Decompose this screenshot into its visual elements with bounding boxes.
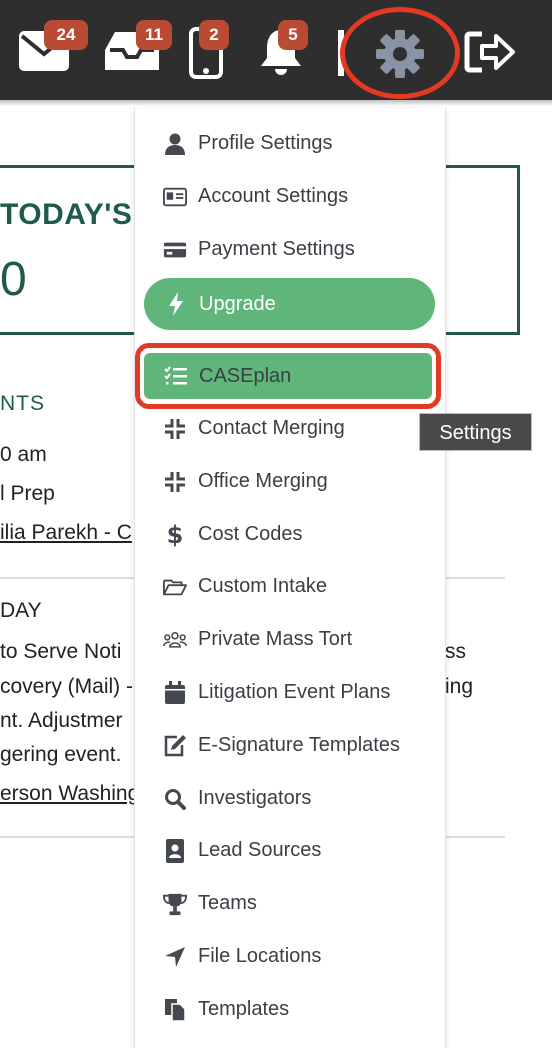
menu-item-label: Litigation Event Plans bbox=[198, 681, 391, 703]
trophy-icon bbox=[163, 892, 187, 916]
task-line: to Serve Noti bbox=[0, 640, 122, 663]
compress-icon bbox=[163, 417, 187, 441]
today-label: TODAY'S bbox=[0, 198, 133, 231]
menu-item-e-signature-templates[interactable]: E-Signature Templates bbox=[135, 719, 445, 772]
task-line: covery (Mail) - bbox=[0, 675, 134, 698]
menu-item-profile-settings[interactable]: Profile Settings bbox=[135, 117, 445, 170]
settings-dropdown-menu: Profile Settings Account Settings Paymen… bbox=[134, 108, 446, 1048]
menu-item-teams[interactable]: Teams bbox=[135, 877, 445, 930]
event-title: l Prep bbox=[0, 482, 55, 505]
sign-out-icon[interactable] bbox=[464, 30, 516, 74]
today-count: 0 bbox=[0, 253, 27, 306]
menu-item-office-merging[interactable]: Office Merging bbox=[135, 455, 445, 508]
menu-item-contact-merging[interactable]: Contact Merging bbox=[135, 402, 445, 455]
task-list-icon bbox=[164, 364, 188, 388]
menu-item-label: Lead Sources bbox=[198, 839, 322, 861]
menu-item-account-settings[interactable]: Account Settings bbox=[135, 170, 445, 223]
calendar-icon bbox=[163, 680, 187, 705]
menu-item-label: Templates bbox=[198, 998, 290, 1020]
event-link[interactable]: ilia Parekh - C bbox=[0, 521, 132, 545]
menu-item-label: Upgrade bbox=[199, 292, 276, 315]
task-line-right: ing bbox=[445, 675, 474, 698]
menu-item-payment-settings[interactable]: Payment Settings bbox=[135, 223, 445, 276]
dollar-sign-icon: $ bbox=[166, 520, 184, 549]
event-time: 0 am bbox=[0, 443, 47, 466]
compress-icon bbox=[163, 470, 187, 494]
folder-open-icon bbox=[163, 575, 187, 599]
settings-tooltip: Settings bbox=[419, 413, 532, 451]
notification-count-badge: 5 bbox=[278, 20, 308, 50]
events-section-heading: NTS bbox=[0, 392, 45, 415]
menu-item-label: File Locations bbox=[198, 945, 322, 967]
menu-item-lead-sources[interactable]: Lead Sources bbox=[135, 824, 445, 877]
copy-icon bbox=[163, 998, 187, 1022]
task-link[interactable]: erson Washing bbox=[0, 782, 139, 806]
edit-icon bbox=[163, 734, 187, 758]
menu-item-label: Investigators bbox=[198, 787, 312, 809]
user-icon bbox=[163, 132, 187, 156]
menu-item-investigators[interactable]: Investigators bbox=[135, 772, 445, 825]
gear-highlight-ring bbox=[340, 7, 460, 99]
menu-item-label: CASEplan bbox=[199, 364, 292, 387]
users-group-icon bbox=[163, 628, 187, 652]
menu-item-cost-codes[interactable]: $ Cost Codes bbox=[135, 508, 445, 561]
menu-item-file-locations[interactable]: File Locations bbox=[135, 930, 445, 983]
menu-item-litigation-event-plans[interactable]: Litigation Event Plans bbox=[135, 666, 445, 719]
menu-item-label: Cost Codes bbox=[198, 523, 303, 545]
menu-item-templates[interactable]: Templates bbox=[135, 983, 445, 1036]
menu-item-label: Custom Intake bbox=[198, 575, 327, 597]
menu-item-caseplan[interactable]: CASEplan bbox=[144, 353, 432, 399]
menu-item-label: Office Merging bbox=[198, 470, 328, 492]
menu-item-label: Private Mass Tort bbox=[198, 628, 353, 650]
menu-item-label: Profile Settings bbox=[198, 132, 333, 154]
inbox-count-badge: 11 bbox=[136, 20, 172, 50]
task-line: nt. Adjustmer bbox=[0, 709, 123, 732]
menu-item-private-mass-tort[interactable]: Private Mass Tort bbox=[135, 613, 445, 666]
menu-item-label: Contact Merging bbox=[198, 417, 345, 439]
menu-item-label: E-Signature Templates bbox=[198, 734, 400, 756]
day-section-heading: DAY bbox=[0, 599, 42, 622]
menu-item-label: Teams bbox=[198, 892, 257, 914]
menu-item-label: Payment Settings bbox=[198, 238, 355, 260]
task-line: gering event. bbox=[0, 743, 122, 766]
menu-item-label: Account Settings bbox=[198, 185, 349, 207]
mail-count-badge: 24 bbox=[44, 20, 88, 50]
task-line-right: ss bbox=[445, 640, 466, 663]
location-arrow-icon bbox=[163, 945, 187, 969]
search-icon bbox=[163, 787, 187, 811]
top-navigation-bar: 24 11 2 5 bbox=[0, 0, 552, 106]
credit-card-icon bbox=[163, 238, 187, 262]
address-book-icon bbox=[163, 838, 187, 863]
menu-item-upgrade[interactable]: Upgrade bbox=[144, 278, 435, 330]
phone-count-badge: 2 bbox=[199, 20, 229, 50]
lightning-bolt-icon bbox=[164, 292, 188, 316]
menu-item-custom-intake[interactable]: Custom Intake bbox=[135, 560, 445, 613]
id-card-icon bbox=[163, 185, 187, 209]
